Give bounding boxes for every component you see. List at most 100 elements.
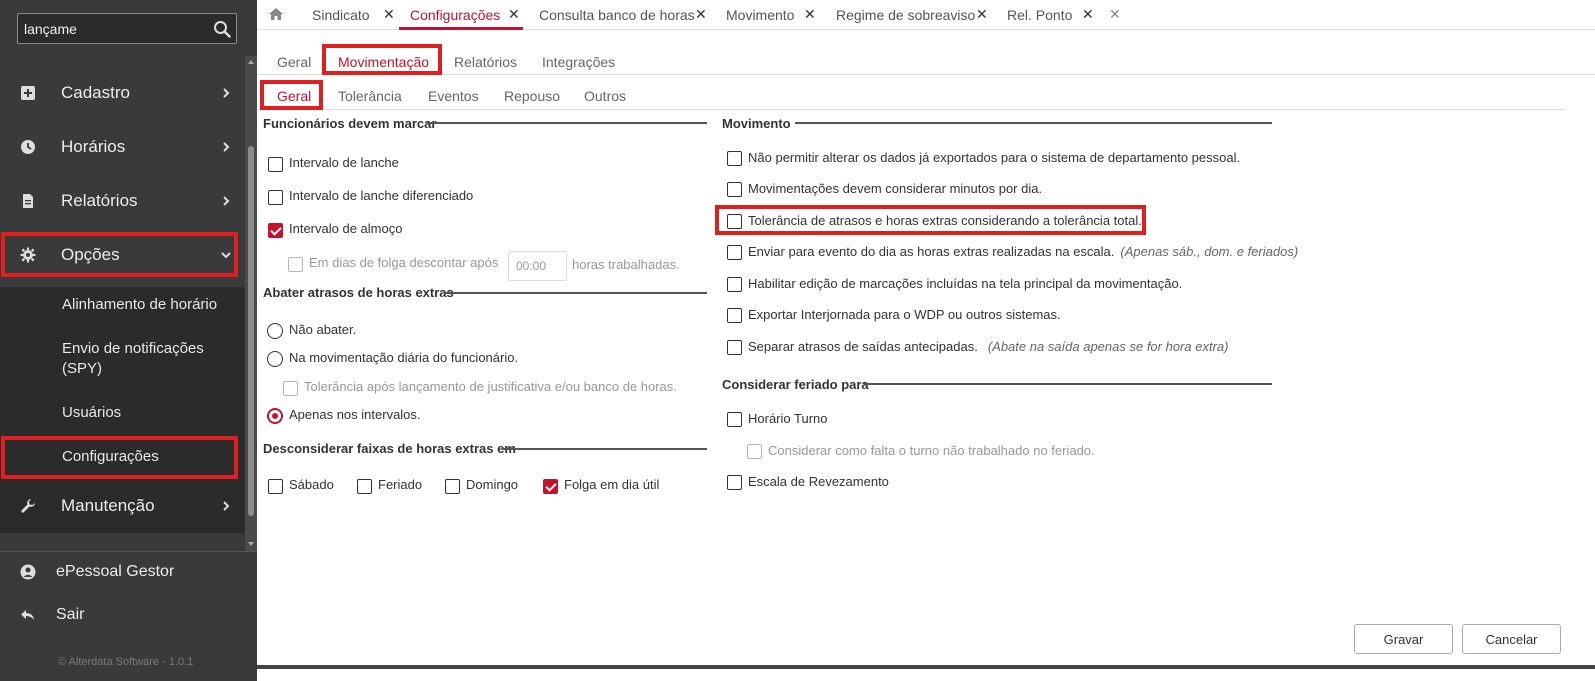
checkbox-intervalo-almoco[interactable] [268, 223, 283, 238]
tab-rel-ponto[interactable]: Rel. Ponto ✕ [1007, 0, 1094, 30]
checkbox-exportar-interjornada[interactable] [727, 308, 742, 323]
chevron-right-icon [223, 142, 230, 152]
sidebar-item-manutencao[interactable]: Manutenção [0, 479, 245, 533]
close-icon[interactable]: ✕ [1082, 6, 1094, 23]
submenu-item-configuracoes[interactable]: Configurações [0, 439, 245, 475]
sidebar-item-opcoes[interactable]: Opções [0, 228, 245, 282]
checkbox-label: Sábado [289, 477, 334, 492]
checkbox-label: Domingo [466, 477, 519, 492]
checkbox-label: Horário Turno [748, 411, 828, 426]
section-desconsiderar-title: Desconsiderar faixas de horas extras em [263, 441, 516, 456]
tab-movimentacao[interactable]: Movimentação [338, 54, 429, 70]
radio-label: Na movimentação diária do funcionário. [289, 350, 519, 365]
checkbox-intervalo-lanche-diferenciado[interactable] [268, 190, 283, 205]
close-icon[interactable]: ✕ [383, 6, 395, 23]
checkbox-separar-atrasos[interactable] [727, 340, 742, 355]
subtab-geral[interactable]: Geral [277, 88, 311, 104]
checkbox-minutos-por-dia[interactable] [727, 182, 742, 197]
checkbox-label: Separar atrasos de saídas antecipadas. (A… [748, 339, 1228, 354]
search-input[interactable] [24, 19, 204, 39]
subtab-eventos[interactable]: Eventos [428, 88, 479, 104]
checkbox-feriado[interactable] [357, 479, 372, 494]
gear-icon [20, 247, 36, 263]
tab-regime-de-sobreaviso[interactable]: Regime de sobreaviso ✕ [836, 0, 988, 30]
close-icon[interactable]: ✕ [695, 6, 707, 23]
section-feriado-title: Considerar feriado para [722, 377, 869, 392]
scroll-up-icon[interactable] [248, 60, 254, 64]
user-circle-icon [20, 564, 36, 580]
submenu-item-usuarios[interactable]: Usuários [0, 395, 245, 431]
checkbox-intervalo-lanche[interactable] [268, 157, 283, 172]
close-icon[interactable]: ✕ [508, 6, 520, 23]
copyright-text: © Alterdata Software - 1.0.1 [58, 656, 194, 668]
tab-integracoes[interactable]: Integrações [542, 54, 615, 70]
tab-consulta-banco-de-horas[interactable]: Consulta banco de horas ✕ [539, 0, 707, 30]
checkbox-tolerancia-total[interactable] [727, 214, 742, 229]
clock-icon [21, 140, 35, 154]
home-icon[interactable] [268, 7, 284, 21]
tab-label: Configurações [410, 7, 501, 23]
checkbox-label: Considerar como falta o turno não trabal… [768, 443, 1095, 458]
section-rule [864, 383, 1272, 385]
radio-movimentacao-diaria[interactable] [267, 351, 283, 367]
checkbox-escala-revezamento[interactable] [727, 475, 742, 490]
tab-sindicato[interactable]: Sindicato ✕ [312, 0, 395, 30]
checkbox-folga-dia-util[interactable] [543, 479, 558, 494]
sidebar-item-label: Sair [56, 606, 85, 623]
sidebar-item-label: Relatórios [61, 191, 138, 210]
tab-movimento[interactable]: Movimento ✕ [726, 0, 816, 30]
tab-geral[interactable]: Geral [277, 54, 311, 70]
checkbox-tolerancia-justificativa[interactable] [283, 381, 298, 396]
tab-label: Rel. Ponto [1007, 7, 1073, 23]
main-content: Geral Movimentação Relatórios Integraçõe… [257, 30, 1595, 681]
radio-nao-abater[interactable] [267, 323, 283, 339]
close-all-icon[interactable]: ✕ [1109, 6, 1121, 23]
scroll-down-icon[interactable] [248, 542, 254, 546]
sidebar-item-label: Manutenção [61, 496, 155, 515]
checkbox-horario-turno[interactable] [727, 412, 742, 427]
submenu-item-notificacoes[interactable]: Envio de notificações (SPY) [0, 337, 245, 381]
sidebar-item-relatorios[interactable]: Relatórios [0, 174, 245, 228]
subtab-tolerancia[interactable]: Tolerância [338, 88, 402, 104]
submenu-item-label: Alinhamento de horário [62, 296, 218, 313]
checkbox-label: Habilitar edição de marcações incluídas … [748, 276, 1183, 291]
sidebar-item-label: Opções [61, 245, 120, 264]
tab-relatorios[interactable]: Relatórios [454, 54, 517, 70]
sidebar-item-horarios[interactable]: Horários [0, 120, 245, 174]
close-icon[interactable]: ✕ [804, 6, 816, 23]
checkbox-sabado[interactable] [268, 479, 283, 494]
checkbox-label: Intervalo de almoço [289, 221, 403, 236]
checkbox-considerar-falta[interactable] [747, 444, 762, 459]
close-icon[interactable]: ✕ [976, 6, 988, 23]
submenu-item-alinhamento[interactable]: Alinhamento de horário [0, 287, 245, 323]
sidebar-item-sair[interactable]: Sair [0, 588, 245, 642]
checkbox-folga-descontar[interactable] [288, 257, 303, 272]
submenu-item-label: Envio de notificações (SPY) [62, 340, 204, 377]
save-button[interactable]: Gravar [1354, 624, 1453, 654]
scroll-thumb[interactable] [248, 146, 254, 516]
checkbox-enviar-evento[interactable] [727, 245, 742, 260]
radio-apenas-intervalos[interactable] [267, 408, 283, 424]
option-text: Enviar para evento do dia as horas extra… [748, 244, 1115, 259]
sidebar-scrollbar[interactable] [245, 56, 257, 551]
chevron-down-icon [221, 252, 231, 259]
option-note: (Abate na saída apenas se for hora extra… [987, 339, 1229, 354]
section-movimento-title: Movimento [722, 116, 791, 131]
sub-tabs-divider [257, 109, 1565, 110]
folga-suffix-text: horas trabalhadas. [572, 257, 680, 272]
checkbox-label: Intervalo de lanche diferenciado [289, 188, 474, 203]
checkbox-label: Intervalo de lanche [289, 155, 399, 170]
subtab-outros[interactable]: Outros [584, 88, 626, 104]
cancel-button[interactable]: Cancelar [1462, 624, 1561, 654]
search-icon[interactable] [213, 20, 231, 38]
checkbox-domingo[interactable] [445, 479, 460, 494]
tab-configuracoes[interactable]: Configurações ✕ [410, 0, 520, 30]
chevron-right-icon [223, 501, 230, 511]
sidebar-item-cadastro[interactable]: Cadastro [0, 66, 245, 120]
checkbox-nao-permitir-alterar[interactable] [727, 151, 742, 166]
sidebar-item-label: Horários [61, 137, 126, 156]
checkbox-label: Escala de Revezamento [748, 474, 889, 489]
checkbox-habilitar-edicao[interactable] [727, 277, 742, 292]
subtab-repouso[interactable]: Repouso [504, 88, 560, 104]
folga-hours-input[interactable]: 00:00 [508, 251, 567, 281]
